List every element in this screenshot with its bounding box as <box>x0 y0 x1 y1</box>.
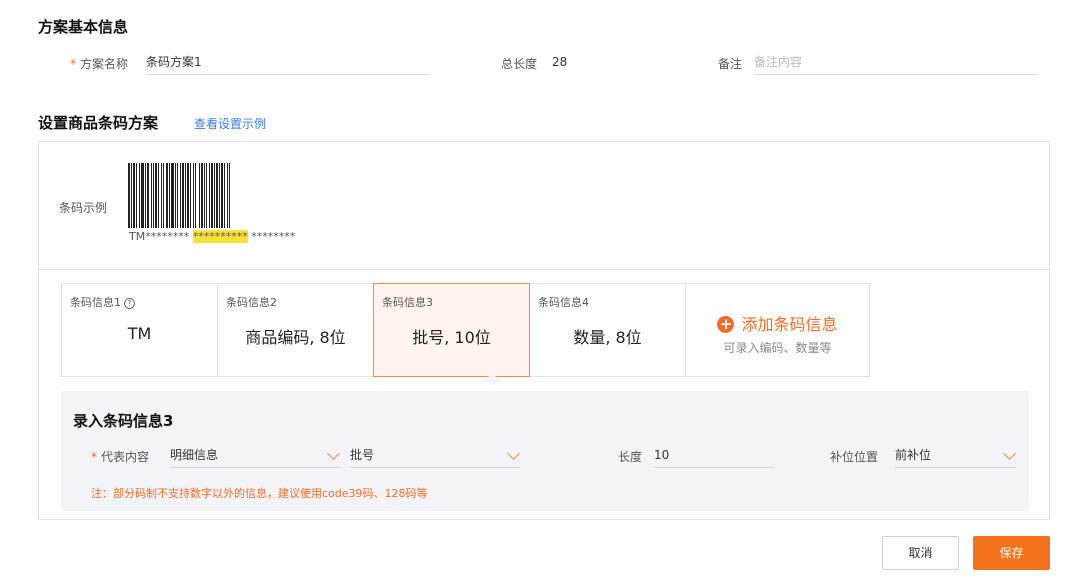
barcode-example-label: 条码示例 <box>59 201 108 215</box>
barcode-image <box>128 163 318 228</box>
barcode-info-card-2[interactable]: 条码信息2 商品编码, 8位 <box>217 283 374 377</box>
add-subtitle: 可录入编码、数量等 <box>723 341 832 355</box>
total-length-label: 总长度 <box>501 57 538 71</box>
add-barcode-info-button[interactable]: + 添加条码信息 可录入编码、数量等 <box>685 283 870 377</box>
barcode-entry-panel: 录入条码信息3 * 代表内容 明细信息 批号 长度 10 补位位置 前补位 注：部… <box>61 391 1029 511</box>
barcode-info-cards: 条码信息1? TM 条码信息2 商品编码, 8位 条码信息3 批号, 10位 条… <box>61 283 870 377</box>
card-caption: 条码信息2 <box>226 296 277 309</box>
card-caption: 条码信息4 <box>538 296 589 309</box>
card-caption: 条码信息3 <box>382 296 433 309</box>
entry-note: 注：部分码制不支持数字以外的信息，建议使用code39码、128码等 <box>91 487 428 500</box>
represent-select[interactable]: 明细信息 <box>170 446 340 468</box>
pad-position-label: 补位位置 <box>830 450 879 464</box>
card-value: 商品编码, 8位 <box>245 328 346 347</box>
length-label: 长度 <box>618 450 643 464</box>
chevron-down-icon <box>327 447 340 460</box>
remark-label: 备注 <box>718 57 743 71</box>
card-value: 数量, 8位 <box>573 328 642 347</box>
length-input[interactable]: 10 <box>654 446 774 468</box>
barcode-info-card-3[interactable]: 条码信息3 批号, 10位 <box>373 283 530 377</box>
panel-divider <box>39 269 1049 270</box>
barcode-example-text: TM******** ********** ******** <box>129 230 296 243</box>
barcode-bar <box>230 163 232 228</box>
chevron-down-icon <box>1003 447 1016 460</box>
barcode-setup-title: 设置商品条码方案 <box>38 114 159 132</box>
barcode-info-card-4[interactable]: 条码信息4 数量, 8位 <box>529 283 686 377</box>
barcode-setup-panel: 条码示例 TM******** ********** ******** 条码信息… <box>38 141 1050 520</box>
barcode-info-card-1[interactable]: 条码信息1? TM <box>61 283 218 377</box>
add-title: 添加条码信息 <box>741 315 838 334</box>
represent-label: * 代表内容 <box>91 450 150 464</box>
plus-circle-icon: + <box>717 316 735 333</box>
plan-name-input[interactable]: 条码方案1 <box>146 53 430 75</box>
pad-position-select[interactable]: 前补位 <box>895 446 1016 468</box>
save-button[interactable]: 保存 <box>973 536 1050 570</box>
total-length-value: 28 <box>552 55 568 69</box>
basic-info-title: 方案基本信息 <box>38 18 129 36</box>
view-example-link[interactable]: 查看设置示例 <box>194 115 266 132</box>
card-value: 批号, 10位 <box>412 328 491 347</box>
card-value: TM <box>127 324 152 343</box>
remark-input[interactable]: 备注内容 <box>754 53 1038 75</box>
chevron-down-icon <box>507 447 520 460</box>
type-select[interactable]: 批号 <box>350 446 520 468</box>
card-caption: 条码信息1 <box>70 296 121 309</box>
entry-title: 录入条码信息3 <box>73 412 174 430</box>
type-value: 批号 <box>350 448 375 462</box>
plan-name-label: * 方案名称 <box>70 57 129 71</box>
barcode-highlight-segment: ********** <box>192 230 248 243</box>
cancel-button[interactable]: 取消 <box>882 536 959 570</box>
pad-position-value: 前补位 <box>895 448 932 462</box>
help-icon[interactable]: ? <box>124 298 135 309</box>
represent-value: 明细信息 <box>170 448 219 462</box>
active-card-pointer <box>482 373 502 383</box>
